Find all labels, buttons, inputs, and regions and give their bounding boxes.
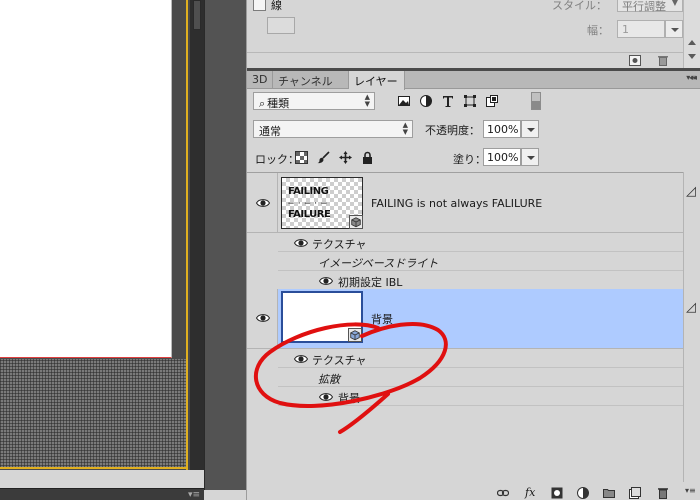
layer-thumbnail[interactable] — [281, 291, 363, 343]
stroke-label: 線 — [271, 0, 282, 12]
tab-3d[interactable]: 3D — [247, 71, 273, 89]
layers-list: FAILING — ⋅ — ⋅ — FAILURE FAILING is not a… — [247, 172, 683, 482]
style-select[interactable]: 平行調整 ▼ — [617, 0, 683, 13]
search-icon: ⌕ — [259, 97, 266, 110]
trash-icon[interactable] — [657, 55, 669, 66]
sublayer-label: テクスチャ — [312, 238, 367, 251]
blend-mode-value: 通常 — [259, 125, 281, 138]
new-layer-icon[interactable] — [629, 487, 641, 499]
properties-panel: 線 スタイル： 平行調整 ▼ 幅： 1 — [247, 0, 683, 52]
layer-name[interactable]: 背景 — [371, 311, 393, 327]
3d-layer-badge-icon — [348, 328, 362, 342]
eye-icon[interactable] — [319, 276, 333, 286]
panel-tabs: 3D チャンネル レイヤー ▾≡ — [247, 71, 700, 90]
scroll-thumb[interactable] — [193, 0, 201, 30]
fill-dropdown-button[interactable] — [521, 148, 539, 166]
layer-thumbnail[interactable]: FAILING — ⋅ — ⋅ — FAILURE — [281, 177, 363, 229]
opacity-dropdown-button[interactable] — [521, 120, 539, 138]
fx-icon[interactable]: fx — [525, 486, 535, 499]
sublayer-label: 初期設定 IBL — [338, 276, 403, 289]
fx-badge-icon[interactable]: ◿ — [686, 184, 696, 199]
filter-kind-select[interactable]: ⌕ 種類 ▲ ▼ — [253, 92, 375, 110]
sublayer-row[interactable]: 初期設定 IBL — [278, 271, 683, 290]
type-layer-filter-icon[interactable] — [441, 94, 455, 108]
tab-layers[interactable]: レイヤー — [349, 71, 405, 90]
thumbnail-art: FAILING — ⋅ — ⋅ — FAILURE — [288, 186, 331, 220]
layer-name[interactable]: FAILING is not always FALILURE — [371, 197, 542, 210]
eye-icon[interactable] — [256, 313, 270, 323]
canvas-bottom-bar: ▾≡ — [0, 488, 204, 500]
visibility-column[interactable] — [247, 173, 278, 232]
collapse-panel-icon[interactable]: ◂◂ — [689, 73, 697, 82]
panel-menu-icon[interactable]: ▾≡ — [188, 490, 200, 500]
sublayer-row[interactable]: イメージベースドライト — [278, 252, 683, 271]
filter-kind-value: 種類 — [267, 97, 290, 110]
canvas-vertical-scrollbar[interactable] — [190, 0, 204, 470]
layer-row[interactable]: FAILING — ⋅ — ⋅ — FAILURE FAILING is not a… — [247, 173, 683, 233]
workspace-divider — [204, 0, 246, 490]
scroll-up-arrow-icon[interactable] — [688, 40, 696, 45]
width-label: 幅： — [587, 24, 609, 37]
scroll-down-arrow-icon[interactable] — [688, 54, 696, 59]
sublayer-label: イメージベースドライト — [318, 257, 439, 270]
canvas-frame-edge — [186, 0, 188, 470]
stroke-color-swatch[interactable] — [267, 17, 295, 34]
sublayer-label: 拡散 — [318, 373, 340, 386]
tab-channels[interactable]: チャンネル — [273, 71, 349, 89]
fx-badge-icon[interactable]: ◿ — [686, 300, 696, 315]
3d-ground-plane — [0, 359, 186, 469]
fill-input[interactable]: 100% — [483, 148, 521, 166]
lock-transparency-icon[interactable] — [295, 151, 308, 164]
opacity-label: 不透明度： — [425, 124, 480, 137]
eye-icon[interactable] — [294, 238, 308, 248]
layers-bottom-toolbar: fx ▾≡ — [247, 486, 700, 500]
chevron-down-icon: ▼ — [671, 0, 678, 7]
shape-layer-filter-icon[interactable] — [463, 94, 477, 108]
width-input[interactable]: 1 — [617, 20, 665, 38]
sublayer-row[interactable]: 背景 — [278, 387, 683, 406]
smart-object-filter-icon[interactable] — [485, 94, 499, 108]
lock-image-pixels-icon[interactable] — [317, 151, 330, 164]
canvas-frame-edge — [0, 467, 188, 469]
resize-grip-icon[interactable]: ▾≡ — [685, 486, 696, 495]
group-icon[interactable] — [603, 487, 615, 499]
layers-panel-dock: 線 スタイル： 平行調整 ▼ 幅： 1 3D チャンネル レイヤー ▾≡ ◂◂ ⌕… — [246, 0, 700, 500]
document-canvas[interactable] — [0, 0, 190, 470]
stroke-checkbox[interactable] — [253, 0, 266, 11]
lock-label: ロック： — [255, 153, 299, 166]
properties-footer — [247, 52, 683, 68]
3d-layer-badge-icon — [349, 215, 363, 229]
lock-position-icon[interactable] — [339, 151, 352, 164]
layers-list-scrollbar[interactable]: ◿ ◿ — [683, 172, 700, 482]
eye-icon[interactable] — [319, 392, 333, 402]
trash-icon[interactable] — [657, 487, 669, 499]
sublayer-label: 背景 — [338, 392, 360, 405]
eye-icon[interactable] — [294, 354, 308, 364]
properties-scrollbar[interactable] — [683, 0, 700, 68]
sublayer-row[interactable]: テクスチャ — [278, 349, 683, 368]
updown-arrows-icon: ▲ ▼ — [402, 121, 408, 136]
adjustment-icon[interactable] — [577, 487, 589, 499]
clip-to-layer-icon[interactable] — [629, 55, 641, 66]
adjustment-layer-filter-icon[interactable] — [419, 94, 433, 108]
eye-icon[interactable] — [256, 198, 270, 208]
style-label: スタイル： — [552, 0, 607, 12]
pixel-layer-filter-icon[interactable] — [397, 94, 411, 108]
canvas-white-area — [0, 0, 172, 358]
opacity-input[interactable]: 100% — [483, 120, 521, 138]
link-icon[interactable] — [497, 487, 509, 499]
visibility-column[interactable] — [247, 289, 278, 348]
fill-label: 塗り： — [453, 153, 486, 166]
blend-mode-select[interactable]: 通常 ▲ ▼ — [253, 120, 413, 138]
lock-all-icon[interactable] — [361, 151, 374, 164]
sublayer-label: テクスチャ — [312, 354, 367, 367]
style-value: 平行調整 — [622, 0, 666, 13]
filter-toggle-switch[interactable] — [531, 92, 541, 110]
width-dropdown-button[interactable] — [665, 20, 683, 38]
updown-arrows-icon: ▲ ▼ — [364, 93, 370, 108]
mask-icon[interactable] — [551, 487, 563, 499]
layer-row-selected[interactable]: 背景 — [247, 289, 683, 349]
sublayer-row[interactable]: テクスチャ — [278, 233, 683, 252]
sublayer-row[interactable]: 拡散 — [278, 368, 683, 387]
